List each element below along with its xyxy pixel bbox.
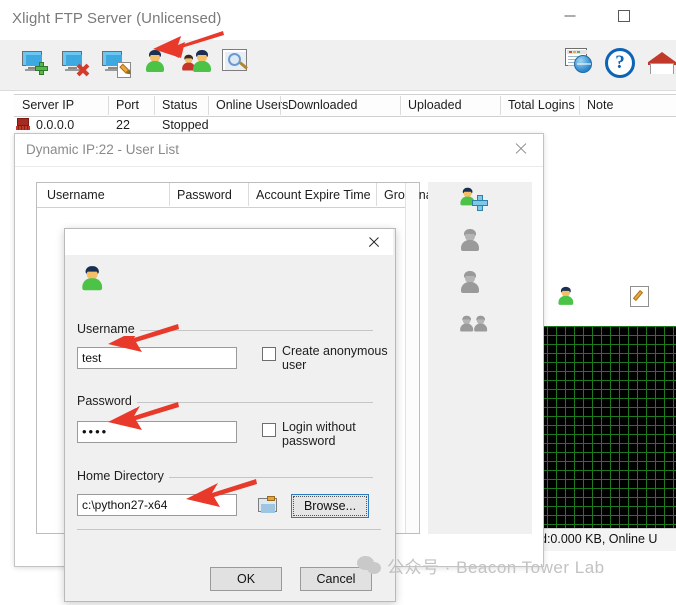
close-icon <box>368 236 381 249</box>
add-user-dialog-title-bar <box>65 229 393 255</box>
column-divider[interactable] <box>579 96 580 115</box>
home-button[interactable] <box>648 48 676 74</box>
cell-status: Stopped <box>162 118 209 132</box>
login-without-password-checkbox[interactable] <box>262 423 276 437</box>
column-divider[interactable] <box>280 96 281 115</box>
column-divider[interactable] <box>208 96 209 115</box>
watermark: 公众号 · Beacon Tower Lab <box>357 552 667 582</box>
column-header-total-logins[interactable]: Total Logins <box>508 98 575 112</box>
app-title: Xlight FTP Server (Unlicensed) <box>12 10 222 27</box>
column-header-uploaded[interactable]: Uploaded <box>408 98 462 112</box>
browse-button[interactable]: Browse... <box>291 494 369 518</box>
user-list-close-button[interactable] <box>499 134 543 164</box>
close-icon <box>514 142 528 156</box>
create-anonymous-user-label: Create anonymous user <box>282 344 388 372</box>
row-user-icon-button[interactable] <box>556 286 580 310</box>
grid-panel-top-spacer <box>538 318 676 326</box>
password-label: Password <box>77 394 137 408</box>
arrow-to-home-directory-field <box>178 477 258 509</box>
delete-user-icon <box>458 270 482 294</box>
server-list-header: Server IP Port Status Online Users Downl… <box>14 94 676 117</box>
help-button[interactable]: ? <box>605 48 635 78</box>
add-server-icon <box>21 50 48 75</box>
column-divider[interactable] <box>400 96 401 115</box>
column-divider[interactable] <box>108 96 109 115</box>
monitor-button[interactable] <box>222 49 249 73</box>
minimize-button[interactable] <box>547 0 593 32</box>
application-window: Xlight FTP Server (Unlicensed) ? Server … <box>0 0 676 602</box>
home-directory-label: Home Directory <box>77 469 169 483</box>
title-bar: Xlight FTP Server (Unlicensed) <box>0 0 676 40</box>
monitor-icon <box>222 49 249 73</box>
column-divider[interactable] <box>169 183 170 206</box>
cell-port: 22 <box>116 118 130 132</box>
column-header-downloaded[interactable]: Downloaded <box>288 98 358 112</box>
monitor-grid-panel <box>538 326 676 528</box>
column-header-note[interactable]: Note <box>587 98 613 112</box>
column-divider[interactable] <box>248 183 249 206</box>
ok-button[interactable]: OK <box>210 567 282 591</box>
maximize-button[interactable] <box>601 0 647 32</box>
user-list-title: Dynamic IP:22 - User List <box>26 142 180 157</box>
column-header-username[interactable]: Username <box>47 188 105 202</box>
column-header-port[interactable]: Port <box>116 98 139 112</box>
edit-server-icon <box>101 50 133 78</box>
main-toolbar: ? <box>0 40 676 91</box>
column-divider[interactable] <box>154 96 155 115</box>
help-icon: ? <box>605 48 635 78</box>
status-bar: d:0.000 KB, Online U <box>538 528 676 551</box>
watermark-text: 公众号 · Beacon Tower Lab <box>387 558 605 577</box>
user-list-side-toolbar <box>428 182 532 534</box>
copy-user-button[interactable] <box>458 312 492 342</box>
web-admin-button[interactable] <box>565 48 593 74</box>
arrow-to-user-toolbar-icon <box>145 28 225 62</box>
username-label: Username <box>77 322 140 336</box>
dialog-divider <box>77 529 381 530</box>
user-icon <box>556 286 576 306</box>
edit-server-button[interactable] <box>101 50 133 78</box>
wechat-logo-icon <box>357 556 383 576</box>
login-without-password-label: Login without password <box>282 420 356 448</box>
column-header-online-users[interactable]: Online Users <box>216 98 288 112</box>
edit-user-button[interactable] <box>458 228 492 258</box>
server-list-table: Server IP Port Status Online Users Downl… <box>14 94 676 136</box>
delete-user-button[interactable] <box>458 270 492 300</box>
column-header-account-expire-time[interactable]: Account Expire Time <box>256 188 371 202</box>
remove-server-button[interactable] <box>61 50 87 74</box>
pencil-icon <box>631 287 648 306</box>
column-divider[interactable] <box>376 183 377 206</box>
remove-server-icon <box>61 50 87 74</box>
status-bar-text: d:0.000 KB, Online U <box>540 532 658 546</box>
column-header-server-ip[interactable]: Server IP <box>22 98 74 112</box>
add-user-icon <box>458 187 488 213</box>
maximize-icon <box>618 10 630 22</box>
cell-server-ip: 0.0.0.0 <box>36 118 75 132</box>
column-header-status[interactable]: Status <box>162 98 197 112</box>
column-header-password[interactable]: Password <box>177 188 232 202</box>
add-server-button[interactable] <box>21 50 48 75</box>
web-console-icon <box>565 48 593 74</box>
edit-user-icon <box>458 228 482 252</box>
user-list-scrollbar[interactable] <box>405 183 419 533</box>
user-list-title-bar: Dynamic IP:22 - User List <box>15 134 543 167</box>
folder-picker-button[interactable] <box>258 496 278 513</box>
user-list-header: Username Password Account Expire Time Gr… <box>37 183 450 208</box>
create-anonymous-user-checkbox[interactable] <box>262 347 276 361</box>
add-user-dialog-close-button[interactable] <box>357 229 391 255</box>
column-divider[interactable] <box>500 96 501 115</box>
minimize-icon <box>564 15 576 17</box>
server-status-icon <box>16 118 30 131</box>
home-icon <box>648 48 676 74</box>
copy-user-icon <box>458 312 492 336</box>
user-avatar-icon <box>79 265 103 291</box>
row-edit-button[interactable] <box>630 286 649 307</box>
add-user-button[interactable] <box>458 187 492 217</box>
